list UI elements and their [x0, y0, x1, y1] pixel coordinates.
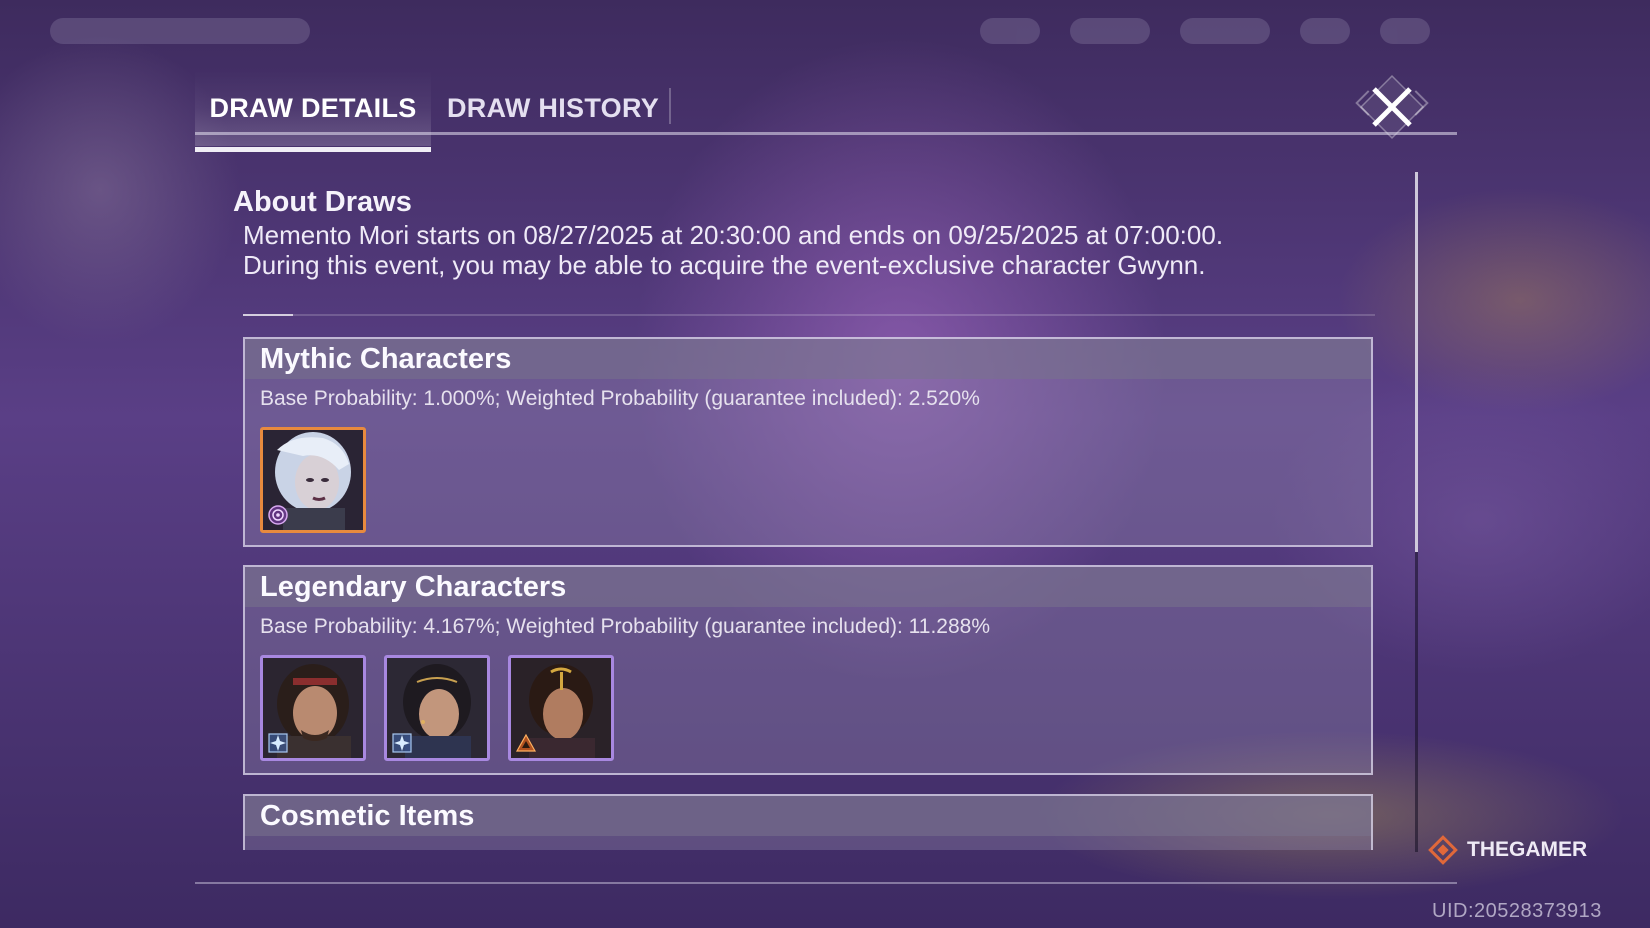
character-portrait-legendary-3[interactable]	[508, 655, 614, 761]
character-portrait-gwynn[interactable]	[260, 427, 366, 533]
legendary-characters-heading: Legendary Characters	[245, 567, 1371, 607]
thegamer-watermark: THEGAMER	[1425, 832, 1587, 868]
watermark-text: THEGAMER	[1467, 838, 1588, 861]
scrollbar[interactable]	[1415, 172, 1418, 852]
header-divider	[195, 132, 1457, 135]
scrollbar-thumb[interactable]	[1415, 172, 1418, 552]
cosmetic-items-heading: Cosmetic Items	[245, 796, 1371, 836]
user-id-label: UID:20528373913	[1432, 900, 1602, 922]
mythic-characters-heading: Mythic Characters	[245, 339, 1371, 379]
about-draws-heading: About Draws	[233, 186, 412, 218]
mythic-probability-text: Base Probability: 1.000%; Weighted Proba…	[260, 387, 980, 410]
triangle-badge-icon	[515, 733, 537, 752]
thegamer-logo-icon	[1428, 835, 1458, 865]
mythic-portrait-list	[260, 427, 366, 533]
footer-divider	[195, 882, 1457, 884]
character-portrait-legendary-1[interactable]	[260, 655, 366, 761]
legendary-characters-card: Legendary Characters Base Probability: 4…	[243, 565, 1373, 775]
tab-divider	[669, 88, 671, 124]
star-badge-icon	[268, 733, 288, 753]
active-tab-indicator	[195, 147, 431, 152]
mythic-characters-card: Mythic Characters Base Probability: 1.00…	[243, 337, 1373, 547]
event-character-text: During this event, you may be able to ac…	[243, 250, 1206, 280]
spiral-badge-icon	[268, 505, 288, 525]
star-badge-icon	[392, 733, 412, 753]
legendary-portrait-list	[260, 655, 614, 761]
tab-draw-details-label: DRAW DETAILS	[209, 92, 417, 123]
draw-details-content: About Draws Memento Mori starts on 08/27…	[195, 170, 1425, 850]
event-dates-text: Memento Mori starts on 08/27/2025 at 20:…	[243, 220, 1224, 250]
about-draws-description: Memento Mori starts on 08/27/2025 at 20:…	[243, 220, 1393, 280]
tab-draw-history-label: DRAW HISTORY	[446, 92, 660, 123]
legendary-probability-text: Base Probability: 4.167%; Weighted Proba…	[260, 615, 991, 638]
divider-accent	[243, 314, 293, 316]
character-portrait-legendary-2[interactable]	[384, 655, 490, 761]
cosmetic-items-card: Cosmetic Items	[243, 794, 1373, 850]
section-divider	[243, 314, 1375, 316]
draw-details-dialog: DRAW DETAILS DRAW HISTORY About Draws Me…	[195, 60, 1457, 888]
